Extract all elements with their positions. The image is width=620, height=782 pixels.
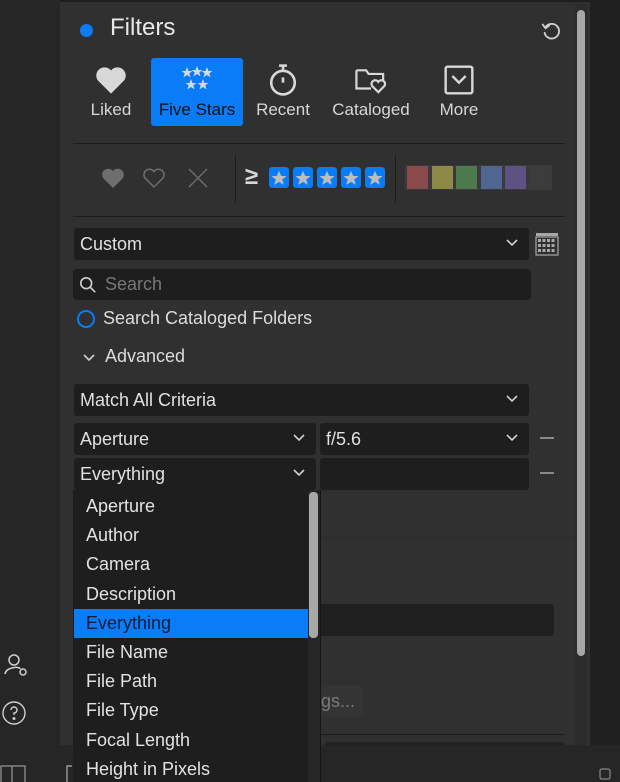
rating-operator[interactable]: ≥ — [245, 163, 258, 191]
quick-filter-recent[interactable]: Recent — [252, 58, 314, 126]
criteria-field-value: Everything — [80, 463, 166, 484]
dropdown-scrollbar-thumb[interactable] — [309, 492, 318, 638]
search-cataloged-radio[interactable] — [77, 310, 95, 328]
help-icon[interactable] — [1, 700, 27, 726]
left-rail — [0, 0, 60, 745]
star-icon — [319, 170, 335, 185]
chevron-down-icon — [506, 395, 518, 403]
quick-filter-five-stars[interactable]: Five Stars — [151, 58, 243, 126]
criteria-field-select[interactable]: Everything — [74, 458, 316, 490]
divider — [235, 155, 236, 203]
color-label-none[interactable] — [529, 166, 551, 189]
rating-star-1[interactable] — [269, 167, 289, 188]
rating-star-3[interactable] — [317, 167, 337, 188]
quick-filter-liked[interactable]: Liked — [80, 58, 142, 126]
divider — [320, 734, 565, 735]
obscured-button-label: gs... — [320, 690, 355, 711]
divider — [73, 143, 565, 144]
divider — [73, 216, 565, 217]
color-label-purple[interactable] — [505, 166, 526, 189]
panel-title: Filters — [110, 14, 176, 41]
chevron-down-icon — [293, 434, 305, 442]
rating-star-4[interactable] — [341, 167, 361, 188]
remove-criteria-button[interactable] — [540, 437, 554, 439]
dropdown-option[interactable]: Height in Pixels — [74, 755, 308, 782]
search-icon — [79, 276, 96, 293]
chevron-down-icon — [506, 239, 518, 247]
match-criteria-select[interactable]: Match All Criteria — [74, 384, 529, 416]
folder-heart-icon — [355, 69, 387, 94]
account-settings-icon[interactable] — [3, 652, 29, 678]
dropdown-option[interactable]: Everything — [74, 608, 308, 638]
chevron-down-icon — [506, 434, 518, 442]
dropdown-option[interactable]: Aperture — [74, 492, 308, 521]
preset-select[interactable]: Custom — [74, 228, 529, 260]
match-value: Match All Criteria — [80, 389, 217, 410]
heart-outline-icon[interactable] — [142, 166, 166, 190]
quick-filter-more[interactable]: More — [428, 58, 490, 126]
color-label-red[interactable] — [407, 166, 428, 189]
quick-filter-label: Recent — [256, 100, 310, 119]
chevron-box-icon — [444, 65, 474, 95]
advanced-toggle[interactable]: Advanced — [105, 346, 185, 367]
divider — [320, 537, 575, 538]
criteria-value: f/5.6 — [326, 428, 362, 449]
quick-filter-label: Five Stars — [158, 100, 236, 119]
quick-filter-label: More — [439, 100, 479, 119]
square-icon[interactable] — [599, 768, 611, 780]
calendar-grid-icon[interactable] — [535, 232, 559, 256]
chevron-down-icon — [293, 469, 305, 477]
rating-star-5[interactable] — [365, 167, 385, 188]
panel-scrollbar-thumb[interactable] — [577, 10, 585, 656]
search-cataloged-label[interactable]: Search Cataloged Folders — [103, 308, 312, 329]
remove-criteria-button[interactable] — [540, 472, 554, 474]
stopwatch-icon — [269, 64, 297, 96]
quick-filter-label: Liked — [90, 100, 132, 119]
heart-icon — [96, 67, 126, 94]
search-field[interactable] — [73, 269, 531, 300]
x-icon[interactable] — [186, 166, 210, 190]
dropdown-option[interactable]: File Type — [74, 696, 308, 725]
right-strip — [590, 0, 620, 745]
star-icon — [295, 170, 311, 185]
chevron-down-icon[interactable] — [82, 351, 96, 365]
quick-filter-cataloged[interactable]: Cataloged — [328, 58, 414, 126]
app-root: Filters Liked Five Stars Recent Cataloge… — [0, 0, 620, 782]
color-label-yellow[interactable] — [431, 166, 453, 189]
criteria-value-input[interactable] — [320, 458, 529, 490]
criteria-value-select[interactable]: f/5.6 — [320, 423, 529, 455]
star-icon — [367, 170, 383, 185]
heart-filled-icon[interactable] — [101, 166, 125, 190]
panel-layout-icon[interactable] — [0, 764, 28, 782]
dropdown-option[interactable]: File Name — [74, 638, 308, 667]
criteria-field-value: Aperture — [80, 428, 150, 449]
dropdown-option[interactable]: Description — [74, 580, 308, 609]
star-icon — [343, 170, 359, 185]
obscured-input[interactable] — [310, 604, 554, 636]
five-stars-icon — [181, 66, 213, 90]
dropdown-option[interactable]: Author — [74, 521, 308, 550]
rating-star-2[interactable] — [293, 167, 313, 188]
color-label-blue[interactable] — [480, 166, 502, 189]
star-icon — [271, 170, 287, 185]
dropdown-option[interactable]: Focal Length — [74, 726, 308, 755]
criteria-field-select[interactable]: Aperture — [74, 423, 316, 455]
divider — [395, 155, 396, 203]
status-dot — [80, 24, 93, 37]
dropdown-option[interactable]: Camera — [74, 550, 308, 579]
dropdown-option[interactable]: File Path — [74, 667, 308, 696]
color-label-green[interactable] — [456, 166, 477, 189]
reset-icon[interactable] — [540, 20, 562, 42]
preset-value: Custom — [80, 233, 143, 254]
search-input[interactable] — [105, 274, 505, 295]
quick-filter-label: Cataloged — [332, 100, 410, 119]
